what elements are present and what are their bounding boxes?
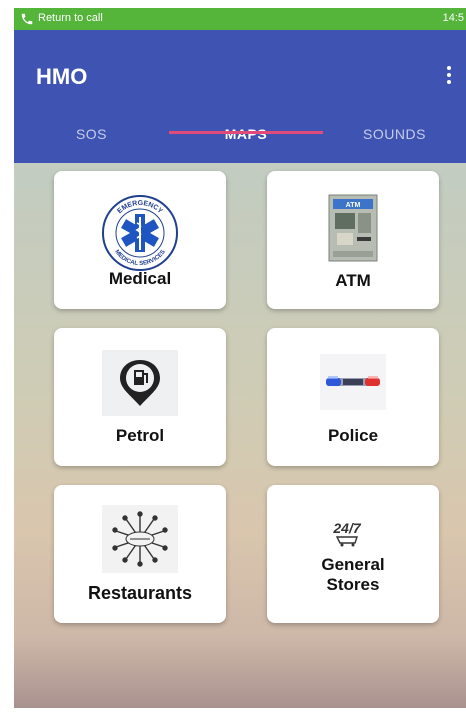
app-bar: HMO SOS MAPS SOUNDS bbox=[14, 30, 466, 163]
store-24-7-icon: 24/7 bbox=[333, 520, 362, 547]
general-stores-label-line2: Stores bbox=[326, 575, 380, 594]
petrol-card[interactable]: Petrol bbox=[54, 328, 226, 466]
atm-label: ATM bbox=[335, 271, 371, 290]
atm-sign-text: ATM bbox=[346, 202, 361, 209]
police-label: Police bbox=[327, 426, 379, 445]
general-stores-label: General Stores bbox=[267, 555, 439, 595]
tab-sos[interactable]: SOS bbox=[14, 114, 169, 163]
atm-card[interactable]: ATM ATM bbox=[267, 171, 439, 309]
restaurants-label: Restaurants bbox=[87, 583, 193, 603]
general-stores-label-line1: General bbox=[321, 555, 385, 574]
fuel-pump-icon bbox=[102, 350, 178, 416]
store-24-7-text: 24/7 bbox=[333, 520, 362, 536]
return-to-call-text[interactable]: Return to call bbox=[38, 12, 103, 24]
restaurant-icon bbox=[102, 505, 178, 573]
police-light-icon bbox=[320, 354, 386, 410]
tab-sounds[interactable]: SOUNDS bbox=[323, 114, 466, 163]
app-title: HMO bbox=[36, 64, 88, 89]
atm-machine-icon: ATM bbox=[328, 194, 378, 262]
phone-icon bbox=[21, 13, 33, 25]
tab-maps[interactable]: MAPS bbox=[169, 114, 323, 163]
medical-card[interactable]: EMERGENCY MEDICAL SERVICES Medical bbox=[54, 171, 226, 309]
tab-indicator bbox=[169, 131, 323, 134]
status-time: 14:5 bbox=[442, 12, 464, 24]
general-stores-card[interactable]: 24/7 General Stores bbox=[267, 485, 439, 623]
app-screen: Return to call 14:5 HMO SOS MAPS SOUNDS … bbox=[14, 8, 466, 708]
tab-bar: SOS MAPS SOUNDS bbox=[14, 114, 466, 163]
status-bar[interactable]: Return to call 14:5 bbox=[14, 8, 466, 30]
medical-emblem-icon: EMERGENCY MEDICAL SERVICES bbox=[102, 195, 178, 271]
petrol-label: Petrol bbox=[115, 426, 165, 445]
more-vert-icon[interactable] bbox=[442, 64, 456, 90]
police-card[interactable]: Police bbox=[267, 328, 439, 466]
medical-label: Medical bbox=[108, 269, 172, 288]
restaurants-card[interactable]: Restaurants bbox=[54, 485, 226, 623]
